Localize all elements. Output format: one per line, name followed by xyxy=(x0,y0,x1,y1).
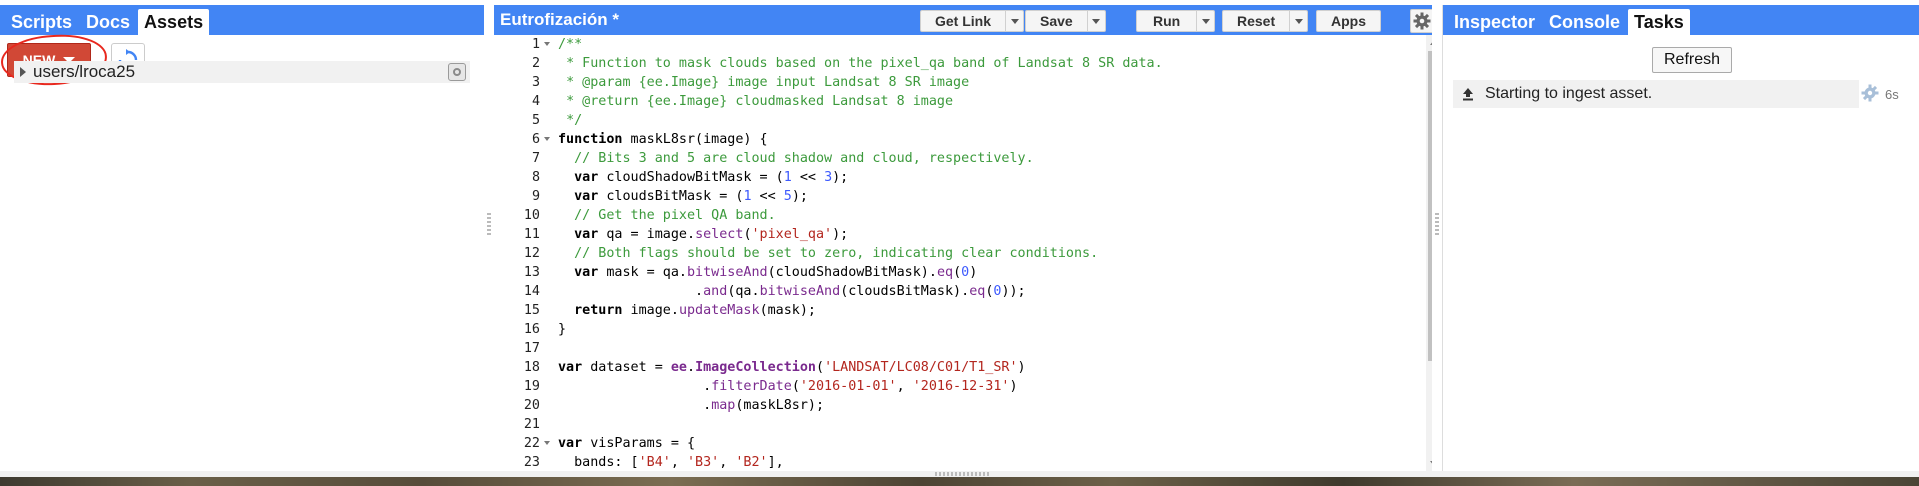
info-icon[interactable] xyxy=(448,63,466,81)
code-line[interactable] xyxy=(558,415,1398,434)
tab-assets[interactable]: Assets xyxy=(138,9,210,35)
code-line[interactable]: * @return {ee.Image} cloudmasked Landsat… xyxy=(558,92,1398,111)
code-line[interactable]: return image.updateMask(mask); xyxy=(558,301,1398,320)
asset-folder-row[interactable]: users/lroca25 xyxy=(14,61,470,83)
code-line[interactable]: */ xyxy=(558,111,1398,130)
left-tabbar: Scripts Docs Assets xyxy=(0,5,484,35)
right-tabbar: Inspector Console Tasks xyxy=(1443,5,1919,35)
code-line[interactable]: var mask = qa.bitwiseAnd(cloudShadowBitM… xyxy=(558,263,1398,282)
refresh-button[interactable]: Refresh xyxy=(1652,47,1732,73)
code-line[interactable]: * Function to mask clouds based on the p… xyxy=(558,54,1398,73)
tab-scripts[interactable]: Scripts xyxy=(5,9,78,35)
code-line[interactable]: var cloudShadowBitMask = (1 << 3); xyxy=(558,168,1398,187)
caret-down-icon xyxy=(1201,18,1210,24)
apps-button[interactable]: Apps xyxy=(1316,10,1381,32)
left-center-splitter[interactable] xyxy=(484,5,494,471)
run-dropdown[interactable] xyxy=(1196,11,1214,31)
earth-engine-code-editor: Scripts Docs Assets NEW users/lroca25 Eu… xyxy=(0,0,1919,486)
code-line[interactable]: bands: ['B4', 'B3', 'B2'], xyxy=(558,453,1398,471)
fold-toggle-icon[interactable] xyxy=(544,441,550,445)
code-line[interactable]: .map(maskL8sr); xyxy=(558,396,1398,415)
tab-docs[interactable]: Docs xyxy=(80,9,136,35)
save-dropdown[interactable] xyxy=(1086,11,1105,31)
reset-button[interactable]: Reset xyxy=(1222,10,1309,32)
caret-down-icon xyxy=(1010,18,1019,24)
code-line[interactable]: function maskL8sr(image) { xyxy=(558,130,1398,149)
code-line[interactable]: var cloudsBitMask = (1 << 5); xyxy=(558,187,1398,206)
left-panel: Scripts Docs Assets NEW users/lroca25 xyxy=(0,5,484,471)
caret-down-icon xyxy=(1294,18,1303,24)
right-panel: Inspector Console Tasks Refresh Starting… xyxy=(1442,5,1919,471)
code-line[interactable]: var dataset = ee.ImageCollection('LANDSA… xyxy=(558,358,1398,377)
get-link-dropdown[interactable] xyxy=(1005,11,1023,31)
code-editor-panel: Eutrofización * Get Link Save Run Reset … xyxy=(494,5,1442,471)
code-line[interactable]: } xyxy=(558,320,1398,339)
task-label: Starting to ingest asset. xyxy=(1485,85,1653,102)
save-button[interactable]: Save xyxy=(1025,10,1106,32)
code-line[interactable]: var qa = image.select('pixel_qa'); xyxy=(558,225,1398,244)
run-label: Run xyxy=(1153,13,1181,29)
code-line[interactable]: // Both flags should be set to zero, ind… xyxy=(558,244,1398,263)
tab-inspector[interactable]: Inspector xyxy=(1448,9,1541,35)
get-link-button[interactable]: Get Link xyxy=(920,10,1025,32)
task-status: 6s xyxy=(1861,84,1899,105)
upload-icon xyxy=(1461,87,1475,101)
fold-toggle-icon[interactable] xyxy=(544,42,550,46)
caret-down-icon xyxy=(1092,18,1101,24)
get-link-label: Get Link xyxy=(935,13,992,29)
code-line[interactable]: .and(qa.bitwiseAnd(cloudsBitMask).eq(0))… xyxy=(558,282,1398,301)
fold-toggle-icon[interactable] xyxy=(544,137,550,141)
script-title: Eutrofización * xyxy=(500,10,620,29)
code-line[interactable]: * @param {ee.Image} image input Landsat … xyxy=(558,73,1398,92)
map-preview[interactable] xyxy=(0,477,1919,486)
code-editor[interactable]: 1 2 3 4 5 6 7 8 9 10 11 12 13 14 15 16 1… xyxy=(494,35,1442,471)
code-line[interactable]: // Get the pixel QA band. xyxy=(558,206,1398,225)
fold-markers xyxy=(542,35,552,471)
code-line[interactable]: /** xyxy=(558,35,1398,54)
reset-dropdown[interactable] xyxy=(1289,11,1307,31)
code-line[interactable]: var visParams = { xyxy=(558,434,1398,453)
reset-label: Reset xyxy=(1237,13,1276,29)
code-line[interactable]: .filterDate('2016-01-01', '2016-12-31') xyxy=(558,377,1398,396)
code-lines: /** * Function to mask clouds based on t… xyxy=(558,35,1398,471)
code-line[interactable] xyxy=(558,339,1398,358)
center-right-splitter[interactable] xyxy=(1432,5,1442,471)
code-line[interactable]: // Bits 3 and 5 are cloud shadow and clo… xyxy=(558,149,1398,168)
apps-label: Apps xyxy=(1331,13,1366,29)
run-button[interactable]: Run xyxy=(1136,10,1216,32)
asset-folder-label: users/lroca25 xyxy=(33,62,136,81)
task-elapsed: 6s xyxy=(1885,87,1899,102)
tab-tasks[interactable]: Tasks xyxy=(1628,9,1690,35)
tab-console[interactable]: Console xyxy=(1543,9,1626,35)
save-label: Save xyxy=(1040,13,1073,29)
gear-icon[interactable] xyxy=(1410,9,1434,33)
task-row[interactable]: Starting to ingest asset. xyxy=(1453,80,1859,108)
expand-arrow-icon[interactable] xyxy=(20,67,26,77)
spinner-gear-icon xyxy=(1861,84,1879,105)
editor-header: Eutrofización * Get Link Save Run Reset … xyxy=(494,5,1442,35)
